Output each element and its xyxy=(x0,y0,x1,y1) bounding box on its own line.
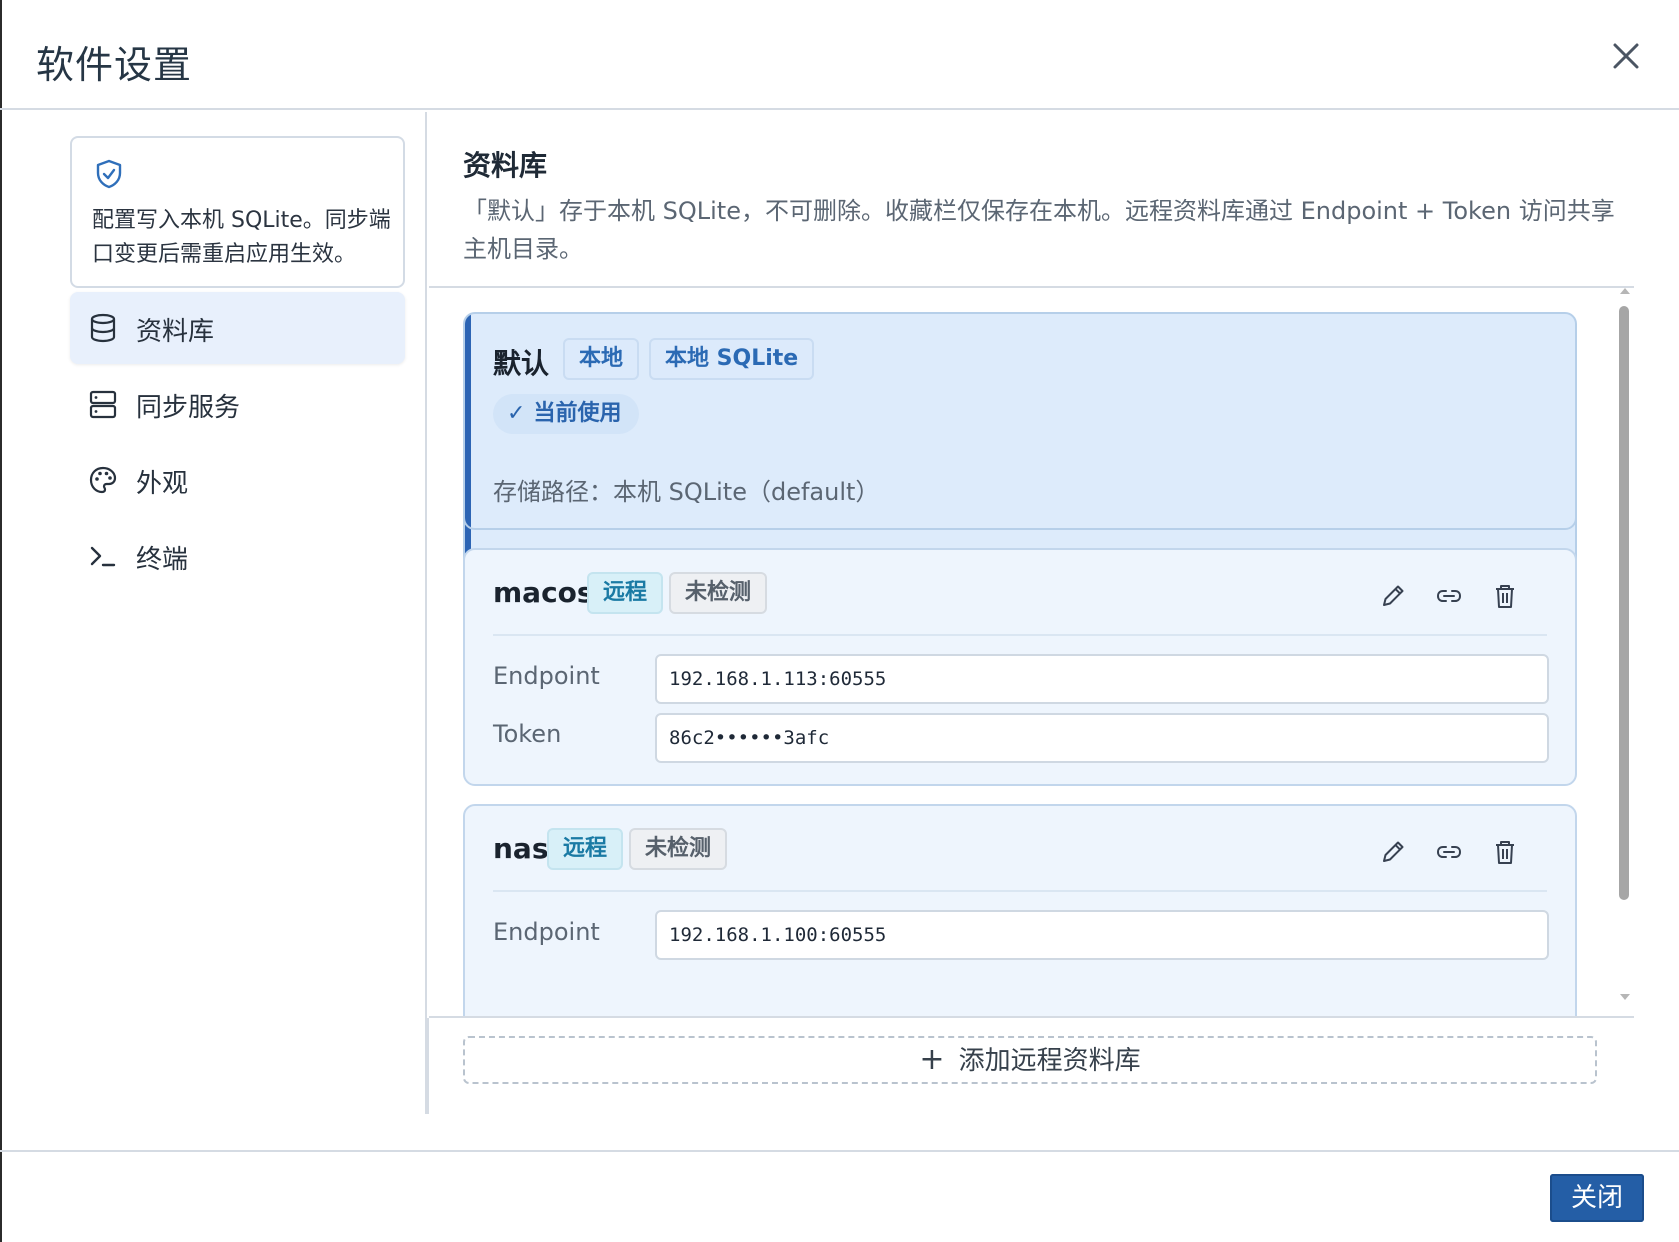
database-card-default[interactable]: 默认 本地 本地 SQLite ✓ 当前使用 存储路径：本机 SQLite（def… xyxy=(463,312,1577,530)
dialog-footer: 关闭 xyxy=(0,1150,1679,1242)
list-bottom-divider xyxy=(429,1016,1634,1018)
sidebar-item-database[interactable]: 资料库 xyxy=(70,292,405,364)
sidebar-item-sync[interactable]: 同步服务 xyxy=(70,368,405,440)
link-icon[interactable] xyxy=(1433,836,1465,868)
scrollbar[interactable] xyxy=(1617,288,1631,1004)
shield-check-icon xyxy=(96,159,122,189)
sidebar-item-label: 终端 xyxy=(136,545,189,575)
current-label: 当前使用 xyxy=(533,401,622,426)
dialog-header: 软件设置 xyxy=(0,0,1679,110)
scroll-up-arrow[interactable] xyxy=(1620,288,1630,294)
badge-unchecked: 未检测 xyxy=(629,828,728,870)
sidebar-border xyxy=(427,1018,429,1114)
database-name: nas xyxy=(493,832,549,865)
badge-sqlite: 本地 SQLite xyxy=(649,338,815,380)
edit-icon[interactable] xyxy=(1377,836,1409,868)
terminal-icon xyxy=(90,546,116,567)
card-divider xyxy=(493,634,1547,636)
database-list-viewport: 默认 本地 本地 SQLite ✓ 当前使用 存储路径：本机 SQLite（def… xyxy=(429,288,1634,1018)
dialog-title: 软件设置 xyxy=(36,43,193,87)
endpoint-label: Endpoint xyxy=(493,918,600,946)
sidebar-item-label: 同步服务 xyxy=(136,393,241,423)
card-divider xyxy=(493,890,1547,892)
badge-remote: 远程 xyxy=(547,828,624,870)
endpoint-label: Endpoint xyxy=(493,662,600,690)
database-card-macos[interactable]: macos 远程 未检测 Endpoint 192.168.1.113:6055… xyxy=(463,548,1577,786)
plus-icon: + xyxy=(919,1042,945,1077)
info-card: 配置写入本机 SQLite。同步端口变更后需重启应用生效。 xyxy=(70,136,405,288)
sidebar-item-label: 资料库 xyxy=(136,317,215,347)
add-button-label: 添加远程资料库 xyxy=(958,1046,1141,1076)
storage-path: 存储路径：本机 SQLite（default） xyxy=(493,478,880,506)
sidebar-item-label: 外观 xyxy=(136,469,189,499)
endpoint-field[interactable]: 192.168.1.113:60555 xyxy=(655,654,1549,704)
section-description: 「默认」存于本机 SQLite，不可删除。收藏栏仅保存在本机。远程资料库通过 E… xyxy=(463,197,1615,263)
token-field[interactable]: 86c2••••••3afc xyxy=(655,713,1549,763)
badge-remote: 远程 xyxy=(587,572,664,614)
database-icon xyxy=(90,313,116,343)
current-in-use-tag: ✓ 当前使用 xyxy=(493,394,640,434)
scrollbar-thumb[interactable] xyxy=(1619,306,1629,900)
database-card-nas[interactable]: nas 远程 未检测 Endpoint 192.168.1.100:60555 xyxy=(463,804,1577,1018)
badge-unchecked: 未检测 xyxy=(669,572,768,614)
card-actions xyxy=(1377,576,1547,616)
sidebar-item-appearance[interactable]: 外观 xyxy=(70,444,405,516)
close-icon[interactable] xyxy=(1606,36,1646,76)
sidebar-item-terminal[interactable]: 终端 xyxy=(70,520,405,592)
server-icon xyxy=(89,390,117,419)
info-text: 配置写入本机 SQLite。同步端口变更后需重启应用生效。 xyxy=(92,208,391,267)
trash-icon[interactable] xyxy=(1489,580,1521,612)
endpoint-field[interactable]: 192.168.1.100:60555 xyxy=(655,910,1549,960)
edit-icon[interactable] xyxy=(1377,580,1409,612)
section-title: 资料库 xyxy=(463,149,548,182)
palette-icon xyxy=(89,466,117,494)
token-label: Token xyxy=(493,720,562,748)
trash-icon[interactable] xyxy=(1489,836,1521,868)
add-remote-database-button[interactable]: + 添加远程资料库 xyxy=(463,1036,1597,1084)
check-icon: ✓ xyxy=(507,401,526,426)
database-name: 默认 xyxy=(493,347,550,380)
scroll-down-arrow[interactable] xyxy=(1620,994,1630,1000)
link-icon[interactable] xyxy=(1433,580,1465,612)
close-button[interactable]: 关闭 xyxy=(1550,1174,1644,1222)
badge-local: 本地 xyxy=(563,338,640,380)
database-name: macos xyxy=(493,576,594,609)
settings-sidebar: 配置写入本机 SQLite。同步端口变更后需重启应用生效。 资料库 同步服务 外… xyxy=(0,112,427,1114)
card-actions xyxy=(1377,832,1547,872)
